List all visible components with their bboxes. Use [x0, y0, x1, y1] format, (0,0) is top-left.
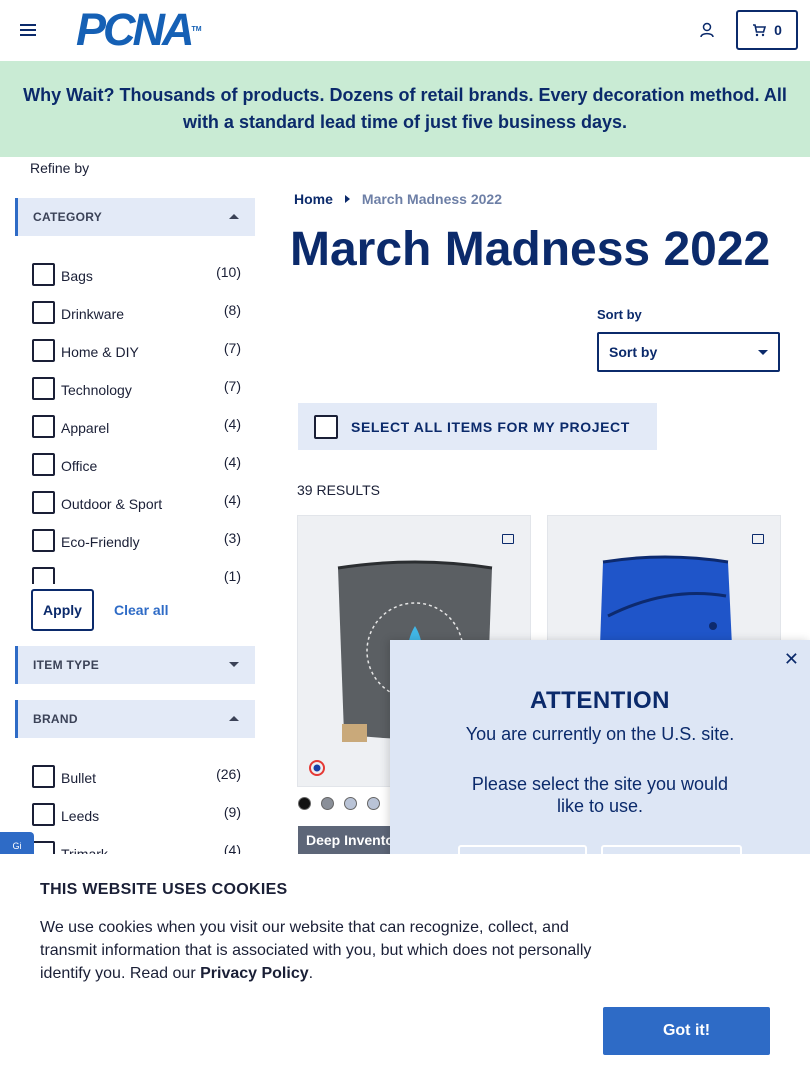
swatch-blue[interactable] [344, 797, 357, 810]
swatch-black[interactable] [298, 797, 311, 810]
cookie-body: We use cookies when you visit our websit… [40, 919, 592, 982]
swatch-blue[interactable] [367, 797, 380, 810]
checkbox[interactable] [32, 567, 55, 584]
category-item[interactable]: Drinkware (8) [31, 294, 243, 332]
category-facet-title: CATEGORY [33, 210, 103, 224]
results-count: 39 RESULTS [297, 482, 380, 498]
checkbox[interactable] [32, 263, 55, 286]
brand-label: Leeds [61, 808, 100, 824]
category-count: (7) [223, 378, 241, 394]
caret-up-icon [229, 214, 239, 219]
category-label: Home & DIY [61, 344, 139, 360]
clear-all-link[interactable]: Clear all [114, 602, 168, 618]
checkbox[interactable] [32, 765, 55, 788]
category-item[interactable]: Office (4) [31, 446, 243, 484]
category-label: Apparel [61, 420, 110, 436]
checkbox[interactable] [32, 377, 55, 400]
category-count: (3) [223, 530, 241, 546]
category-count: (8) [223, 302, 241, 318]
cookie-text: We use cookies when you visit our websit… [40, 916, 610, 985]
promo-banner: Why Wait? Thousands of products. Dozens … [0, 61, 810, 157]
cookie-title: THIS WEBSITE USES COOKIES [40, 881, 288, 898]
modal-message: You are currently on the U.S. site. [465, 724, 735, 744]
hamburger-menu-icon[interactable] [20, 24, 36, 36]
category-label: Drinkware [61, 306, 125, 322]
category-item[interactable]: Eco-Friendly (3) [31, 522, 243, 560]
category-count: (1) [223, 568, 241, 584]
account-icon[interactable] [699, 22, 715, 38]
refine-by-label: Refine by [30, 160, 90, 176]
category-item[interactable]: Bags (10) [31, 256, 243, 294]
category-label: Technology [61, 382, 132, 398]
item-type-facet-title: ITEM TYPE [33, 658, 100, 672]
site-select-modal: ✕ ATTENTION You are currently on the U.S… [390, 640, 810, 885]
modal-title: ATTENTION [529, 687, 671, 714]
brand-item[interactable]: Bullet (26) [31, 758, 243, 796]
checkbox[interactable] [32, 339, 55, 362]
checkbox[interactable] [32, 491, 55, 514]
brand-facet-title: BRAND [33, 712, 78, 726]
got-it-button[interactable]: Got it! [603, 1007, 770, 1055]
brand-item[interactable]: Leeds (9) [31, 796, 243, 834]
select-all-checkbox[interactable] [314, 414, 338, 439]
breadcrumb-current: March Madness 2022 [361, 191, 502, 207]
sort-label: Sort by [597, 307, 642, 322]
breadcrumb-home-link[interactable]: Home [294, 191, 333, 207]
checkbox[interactable] [32, 529, 55, 552]
category-label: Eco-Friendly [61, 534, 140, 550]
category-facet-header[interactable]: CATEGORY [15, 198, 255, 236]
site-header: PCNATM 0 [0, 0, 810, 61]
cart-icon [753, 23, 767, 36]
category-item[interactable]: Home & DIY (7) [31, 332, 243, 370]
item-type-facet-header[interactable]: ITEM TYPE [15, 646, 255, 684]
chevron-down-icon [758, 350, 768, 355]
select-all-label: SELECT ALL ITEMS FOR MY PROJECT [351, 418, 630, 435]
breadcrumb: Home March Madness 2022 [294, 191, 502, 207]
breadcrumb-arrow-icon [344, 195, 350, 203]
sort-selected-value: Sort by [609, 344, 658, 360]
privacy-policy-link[interactable]: Privacy Policy [200, 965, 309, 982]
cookie-banner: THIS WEBSITE USES COOKIES We use cookies… [0, 854, 810, 1080]
caret-up-icon [229, 716, 239, 721]
logo-tm: TM [191, 26, 202, 33]
category-count: (4) [223, 416, 241, 432]
checkbox[interactable] [32, 453, 55, 476]
color-swatches [298, 797, 380, 810]
category-label: Office [61, 458, 98, 474]
modal-prompt: Please select the site you would like to… [471, 774, 729, 816]
brand-label: Bullet [61, 770, 97, 786]
select-all-items[interactable]: SELECT ALL ITEMS FOR MY PROJECT [298, 403, 657, 450]
category-label: Bags [61, 268, 93, 284]
category-item[interactable]: Apparel (4) [31, 408, 243, 446]
checkbox[interactable] [32, 415, 55, 438]
checkbox[interactable] [32, 803, 55, 826]
pcna-logo[interactable]: PCNATM [76, 7, 202, 52]
category-count: (7) [223, 340, 241, 356]
category-item[interactable]: Technology (7) [31, 370, 243, 408]
category-item[interactable]: Outdoor & Sport (4) [31, 484, 243, 522]
checkbox[interactable] [32, 301, 55, 324]
promo-banner-text: Why Wait? Thousands of products. Dozens … [23, 85, 787, 132]
apply-button[interactable]: Apply [31, 589, 94, 631]
category-count: (4) [223, 492, 241, 508]
category-count: (4) [223, 454, 241, 470]
brand-count: (26) [216, 766, 241, 782]
category-label: Outdoor & Sport [61, 496, 163, 512]
category-item[interactable]: (1) [31, 560, 243, 584]
caret-down-icon [229, 662, 239, 667]
swatch-gray[interactable] [321, 797, 334, 810]
sort-select[interactable]: Sort by [597, 332, 780, 372]
category-count: (10) [216, 264, 241, 280]
category-list: Bags (10) Drinkware (8) Home & DIY (7) Tech… [31, 256, 243, 584]
brand-facet-header[interactable]: BRAND [15, 700, 255, 738]
cart-count: 0 [774, 22, 782, 38]
cookie-end: . [308, 965, 314, 982]
brand-count: (9) [223, 804, 241, 820]
close-icon[interactable]: ✕ [784, 649, 799, 670]
cart-button[interactable]: 0 [736, 10, 798, 50]
page-title: March Madness 2022 [290, 223, 771, 276]
